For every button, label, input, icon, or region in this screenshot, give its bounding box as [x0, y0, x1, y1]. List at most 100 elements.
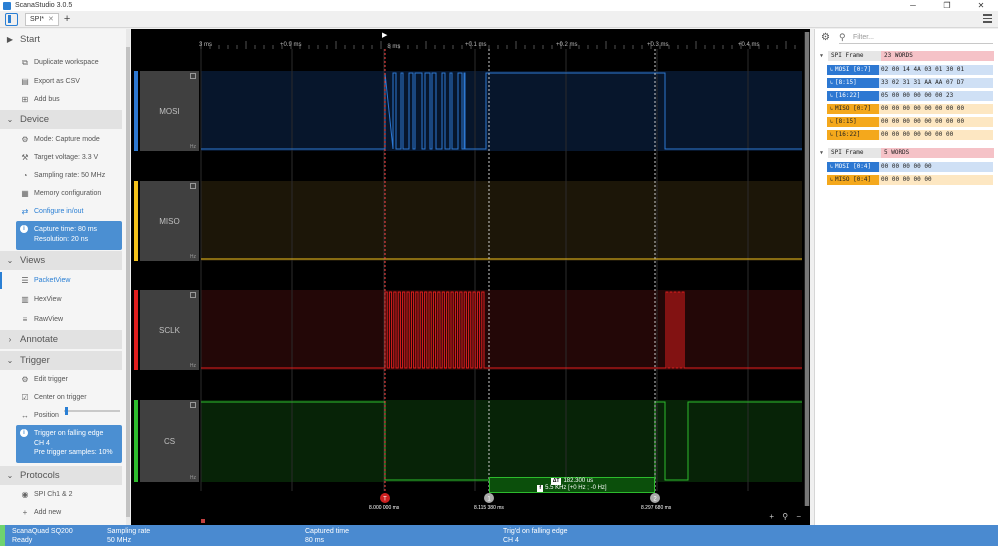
channel-label-miso[interactable]: MISO Hz — [140, 181, 199, 261]
waveform-canvas[interactable]: T12 — [131, 29, 810, 525]
memory-configuration-item[interactable]: ▦ Memory configuration — [0, 185, 122, 202]
spi-frame-row[interactable]: ▼ SPI Frame 5 WORDS — [820, 148, 994, 158]
section-annotate[interactable]: › Annotate — [0, 330, 122, 349]
marker-time-1: 8.115 380 ms — [474, 505, 504, 511]
timeline-position-indicator[interactable] — [201, 519, 205, 523]
gear-icon: ⚙ — [21, 375, 29, 384]
channel-menu-icon[interactable] — [190, 292, 196, 298]
memory-icon: ▦ — [21, 189, 29, 198]
packet-row[interactable]: ↳ MISO [0:7] 00 00 00 00 00 00 00 00 — [827, 103, 993, 114]
section-trigger[interactable]: ⌄ Trigger — [0, 351, 122, 370]
search-icon: ⚲ — [839, 31, 846, 42]
title-bar: ScanaStudio 3.0.5 ─ ❐ ✕ — [0, 0, 998, 11]
section-start[interactable]: ▶ Start — [0, 30, 122, 49]
export-csv-item[interactable]: ▤ Export as CSV — [0, 73, 122, 90]
section-views[interactable]: ⌄ Views — [0, 251, 122, 270]
checkbox-icon[interactable]: ☑ — [20, 393, 30, 402]
packet-row[interactable]: ↳ MISO [0:4] 00 00 00 00 00 — [827, 174, 993, 185]
packetview-item[interactable]: ☰ PacketView — [0, 272, 122, 289]
list-icon: ☰ — [21, 276, 29, 285]
scrollbar-thumb[interactable] — [126, 47, 130, 517]
packet-row[interactable]: ↳ MOSI [0:4] 00 00 00 00 00 — [827, 161, 993, 172]
packet-row-value: 00 00 00 00 00 — [879, 174, 993, 185]
item-label: Center on trigger — [34, 394, 87, 401]
channel-label-cs[interactable]: CS Hz — [140, 400, 199, 482]
add-bus-item[interactable]: ⊞ Add bus — [0, 91, 122, 108]
channel-name: SCLK — [159, 325, 180, 335]
frame-words: 5 WORDS — [881, 148, 994, 158]
channel-menu-icon[interactable] — [190, 183, 196, 189]
section-device[interactable]: ⌄ Device — [0, 110, 122, 129]
chevron-right-icon: › — [8, 335, 12, 344]
channel-color-bar — [134, 181, 138, 261]
channel-name: CS — [163, 436, 176, 446]
packet-row[interactable]: ↳ [16:22] 05 00 00 00 00 00 23 — [827, 90, 993, 101]
tab-spi[interactable]: SPI* ✕ — [25, 12, 59, 26]
window-title: ScanaStudio 3.0.5 — [15, 2, 73, 9]
close-button[interactable]: ✕ — [964, 0, 998, 11]
tab-close-icon[interactable]: ✕ — [48, 15, 54, 23]
position-slider[interactable] — [64, 407, 120, 415]
rawview-item[interactable]: ≡ RawView — [0, 311, 122, 328]
sidebar-scrollbar[interactable] — [126, 29, 130, 525]
capture-info-box[interactable]: i Capture time: 80 ms Resolution: 20 ns — [16, 221, 122, 250]
packet-row[interactable]: ↳ MOSI [0:7] 02 00 14 4A 03 01 30 01 — [827, 64, 993, 75]
tree-branch-icon: ↳ — [830, 66, 834, 73]
grid-icon: ▥ — [21, 295, 29, 304]
chevron-down-icon: ⌄ — [6, 471, 14, 480]
capture-time-text: Capture time: 80 ms — [34, 226, 98, 233]
item-label: Mode: Capture mode — [34, 136, 100, 143]
tree-branch-icon: ↳ — [830, 92, 834, 99]
channel-color-bar — [134, 400, 138, 482]
slider-thumb[interactable] — [65, 407, 69, 415]
waveform-view[interactable]: 3 ms +0.9 ms +0.1 ms +0.2 ms +0.3 ms +0.… — [131, 29, 810, 525]
section-protocols[interactable]: ⌄ Protocols — [0, 466, 122, 485]
center-on-trigger-item[interactable]: ☑ Center on trigger — [0, 389, 122, 406]
plus-icon: + — [22, 508, 28, 517]
channel-menu-icon[interactable] — [190, 402, 196, 408]
window-controls: ─ ❐ ✕ — [896, 0, 998, 11]
chevron-down-icon: ⌄ — [6, 356, 14, 365]
channel-label-mosi[interactable]: MOSI Hz — [140, 71, 199, 151]
channel-label-sclk[interactable]: SCLK Hz — [140, 290, 199, 370]
pre-trigger-text: Pre trigger samples: 10% — [34, 449, 113, 456]
item-label: RawView — [34, 316, 64, 323]
eye-icon[interactable]: ◉ — [20, 490, 30, 499]
trigger-info-box[interactable]: i Trigger on falling edge CH 4 Pre trigg… — [16, 425, 122, 463]
packet-row[interactable]: ↳ [8:15] 00 00 00 00 00 00 00 00 — [827, 116, 993, 127]
channel-menu-icon[interactable] — [190, 73, 196, 79]
trigger-status-label: Trig'd on falling edge — [503, 528, 568, 535]
settings-icon[interactable] — [983, 14, 992, 23]
packet-row[interactable]: ↳ [8:15] 33 02 31 31 AA AA 07 D7 — [827, 77, 993, 88]
tab-label: SPI* — [30, 15, 45, 23]
maximize-button[interactable]: ❐ — [930, 0, 964, 11]
delta-time-measurement[interactable]: ΔT 182.300 us f 5.5 KHz [+0 Hz ; -0 Hz] — [489, 477, 655, 493]
mode-item[interactable]: ⚙ Mode: Capture mode — [0, 131, 122, 148]
gear-icon[interactable]: ⚙ — [821, 32, 830, 43]
duplicate-workspace-item[interactable]: ⧉ Duplicate workspace — [0, 54, 122, 71]
sampling-rate-item[interactable]: ◔ Sampling rate: 50 MHz — [0, 167, 122, 184]
waveform-scrollbar[interactable] — [804, 32, 810, 506]
packet-row-label: ↳ MOSI [0:7] — [827, 64, 879, 75]
configure-in-out-item[interactable]: ⇄ Configure in/out — [0, 203, 122, 220]
target-voltage-item[interactable]: ⚒ Target voltage: 3.3 V — [0, 149, 122, 166]
hexview-item[interactable]: ▥ HexView — [0, 291, 122, 308]
add-protocol-item[interactable]: + Add new — [0, 504, 122, 521]
sidebar-toggle-icon[interactable] — [5, 12, 18, 26]
device-state: Ready — [12, 537, 33, 544]
spi-frame-row[interactable]: ▼ SPI Frame 23 WORDS — [820, 51, 994, 61]
filter-field[interactable]: ⚲ Filter... — [839, 31, 993, 44]
frame-label: SPI Frame — [828, 51, 881, 61]
item-label: Sampling rate: 50 MHz — [34, 172, 106, 179]
edit-trigger-item[interactable]: ⚙ Edit trigger — [0, 371, 122, 388]
channel-color-bar — [134, 71, 138, 151]
item-label: Memory configuration — [34, 190, 102, 197]
minimize-button[interactable]: ─ — [896, 0, 930, 11]
zoom-tools[interactable]: + ⚲ − — [769, 512, 804, 521]
packet-row[interactable]: ↳ [16:22] 00 00 00 00 00 00 00 — [827, 129, 993, 140]
scrollbar-thumb[interactable] — [805, 32, 809, 506]
add-tab-button[interactable]: + — [64, 13, 70, 25]
protocol-spi-item[interactable]: ◉ SPI Ch1 & 2 — [0, 486, 122, 503]
collapse-triangle-icon[interactable]: ▼ — [820, 150, 828, 156]
collapse-triangle-icon[interactable]: ▼ — [820, 53, 828, 59]
